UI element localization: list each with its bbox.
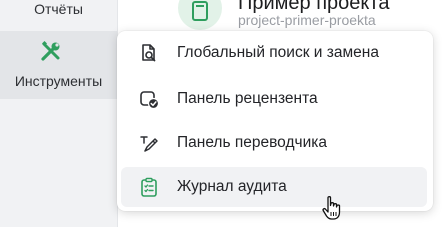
sidebar-item-tools[interactable]: Инструменты xyxy=(0,31,117,99)
menu-item-global-search-replace[interactable]: Глобальный поиск и замена xyxy=(121,33,427,73)
search-document-icon xyxy=(142,44,156,62)
wrench-screwdriver-icon xyxy=(41,41,60,61)
menu-item-label: Журнал аудита xyxy=(177,178,287,195)
sidebar-item-label: Инструменты xyxy=(14,73,103,89)
hand-pointer-cursor-icon xyxy=(322,196,341,220)
menu-item-label: Панель рецензента xyxy=(177,90,318,107)
menu-item-translator-panel[interactable]: Панель переводчика xyxy=(121,123,427,163)
project-slug: project-primer-proekta xyxy=(238,12,376,28)
project-avatar xyxy=(178,0,222,30)
translator-pen-icon xyxy=(140,136,158,152)
menu-item-audit-log[interactable]: Журнал аудита xyxy=(121,167,427,207)
tools-dropdown-menu: Глобальный поиск и замена Панель рецензе… xyxy=(117,31,433,211)
menu-item-label: Глобальный поиск и замена xyxy=(177,44,379,61)
menu-item-reviewer-panel[interactable]: Панель рецензента xyxy=(121,79,427,119)
menu-item-label: Панель переводчика xyxy=(177,134,327,151)
reviewer-panel-icon xyxy=(140,91,159,109)
sidebar-item-label: Отчёты xyxy=(34,1,83,17)
sidebar-item-reports[interactable]: Отчёты xyxy=(0,0,117,24)
sidebar: Отчёты Инструменты xyxy=(0,0,118,227)
book-icon xyxy=(192,1,208,21)
clipboard-checklist-icon xyxy=(141,177,157,197)
